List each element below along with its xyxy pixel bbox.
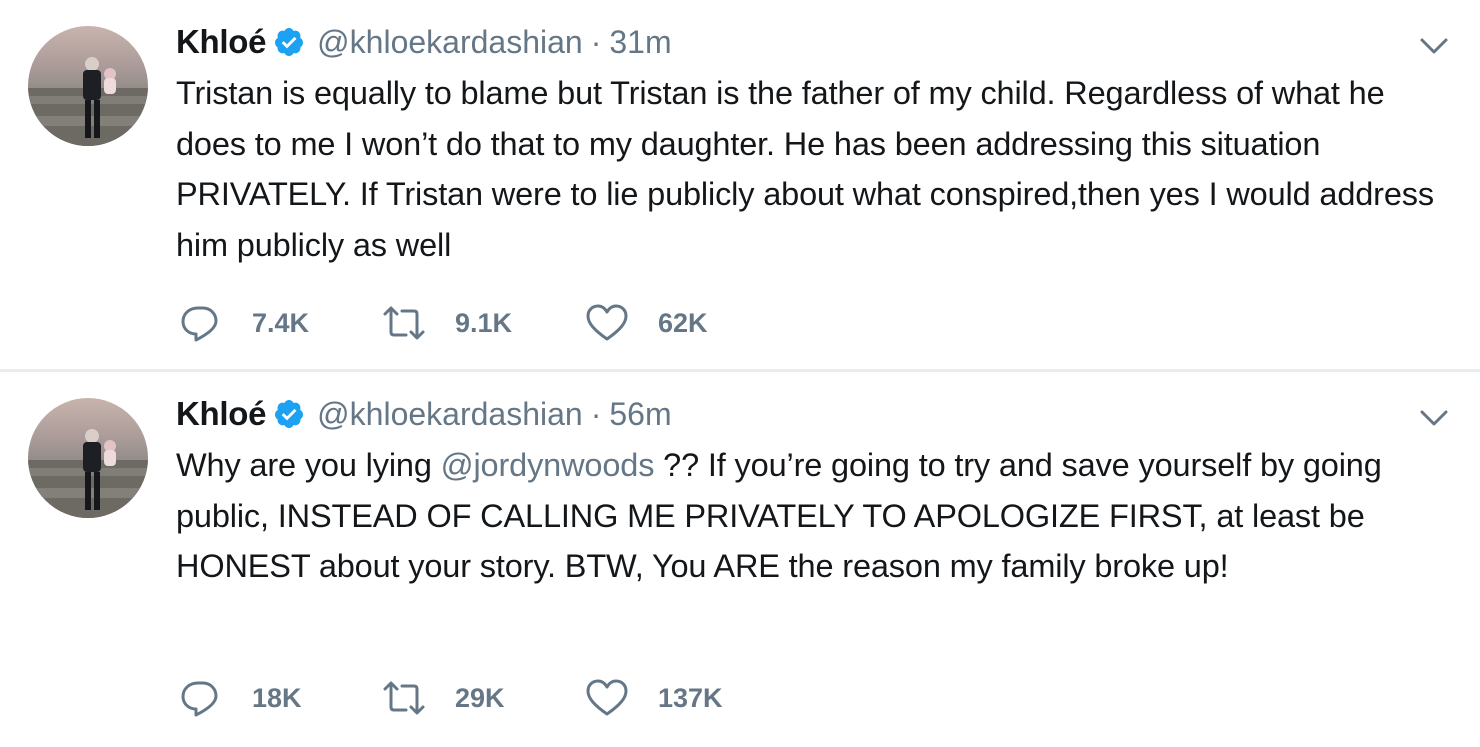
reply-count: 7.4K: [252, 307, 310, 338]
tweet-actions: 18K 29K 137K: [178, 675, 723, 721]
handle[interactable]: @khloekardashian: [317, 24, 583, 61]
tweet-text-before: Why are you lying: [176, 447, 441, 483]
retweet-button[interactable]: 29K: [381, 675, 584, 721]
heart-icon: [586, 679, 628, 716]
chevron-down-icon[interactable]: [1418, 30, 1450, 62]
reply-count: 18K: [252, 682, 302, 713]
reply-icon: [181, 681, 218, 717]
tweet-header: Khloé @khloekardashian · 56m: [176, 390, 672, 438]
chevron-down-icon[interactable]: [1418, 402, 1450, 434]
reply-button[interactable]: 7.4K: [178, 300, 381, 346]
tweet-header: Khloé @khloekardashian · 31m: [176, 18, 672, 66]
tweet[interactable]: Khloé @khloekardashian · 56m Why are you…: [0, 372, 1480, 747]
retweet-count: 29K: [455, 682, 505, 713]
mention-link[interactable]: @jordynwoods: [441, 447, 655, 483]
retweet-icon: [383, 681, 425, 715]
timestamp[interactable]: 56m: [609, 396, 671, 433]
reply-icon: [181, 306, 218, 342]
heart-icon: [586, 304, 628, 341]
tweet-text: Tristan is equally to blame but Tristan …: [176, 68, 1456, 270]
avatar[interactable]: [28, 398, 148, 518]
avatar[interactable]: [28, 26, 148, 146]
retweet-button[interactable]: 9.1K: [381, 300, 584, 346]
like-button[interactable]: 137K: [584, 675, 723, 721]
tweet[interactable]: Khloé @khloekardashian · 31m Tristan is …: [0, 0, 1480, 370]
tweet-actions: 7.4K 9.1K 62K: [178, 300, 708, 346]
tweet-text: Why are you lying @jordynwoods ?? If you…: [176, 440, 1456, 592]
like-count: 62K: [658, 307, 708, 338]
reply-button[interactable]: 18K: [178, 675, 381, 721]
retweet-count: 9.1K: [455, 307, 513, 338]
display-name[interactable]: Khloé: [176, 395, 266, 433]
retweet-icon: [383, 306, 425, 340]
display-name[interactable]: Khloé: [176, 23, 266, 61]
like-button[interactable]: 62K: [584, 300, 708, 346]
timestamp[interactable]: 31m: [609, 24, 671, 61]
tweet-text-body: Tristan is equally to blame but Tristan …: [176, 75, 1434, 263]
handle[interactable]: @khloekardashian: [317, 396, 583, 433]
like-count: 137K: [658, 682, 723, 713]
verified-badge-icon: [275, 28, 304, 56]
verified-badge-icon: [275, 400, 304, 428]
separator-dot: ·: [590, 23, 602, 60]
separator-dot: ·: [590, 395, 602, 432]
